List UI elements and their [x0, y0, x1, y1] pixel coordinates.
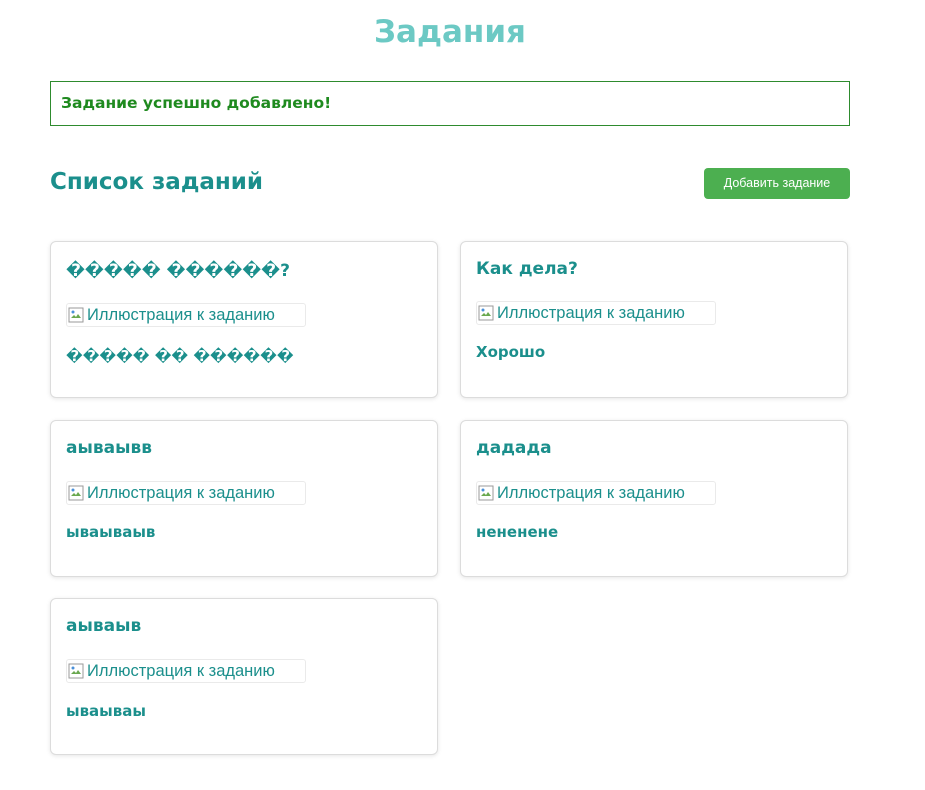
task-card-text: ываываыв [66, 523, 156, 541]
task-card: Как дела? Иллюстрация к заданию Хорошо [460, 241, 848, 398]
image-alt-text: Иллюстрация к заданию [497, 304, 685, 322]
image-alt-text: Иллюстрация к заданию [87, 306, 275, 324]
broken-image-icon [68, 307, 84, 323]
task-illustration-image: Иллюстрация к заданию [476, 301, 716, 325]
image-alt-text: Иллюстрация к заданию [87, 484, 275, 502]
broken-image-icon [478, 485, 494, 501]
task-card-text: нененене [476, 523, 559, 541]
task-illustration-image: Иллюстрация к заданию [66, 481, 306, 505]
task-illustration-image: Иллюстрация к заданию [66, 303, 306, 327]
task-card-title: дадада [476, 438, 552, 458]
task-card: дадада Иллюстрация к заданию нененене [460, 420, 848, 577]
success-alert: Задание успешно добавлено! [50, 81, 850, 126]
broken-image-icon [68, 663, 84, 679]
add-task-button[interactable]: Добавить задание [704, 168, 850, 199]
task-card-text: ываываы [66, 702, 146, 720]
image-alt-text: Иллюстрация к заданию [497, 484, 685, 502]
success-alert-message: Задание успешно добавлено! [61, 94, 332, 112]
task-card: аываывв Иллюстрация к заданию ываываыв [50, 420, 438, 577]
task-card-title: Как дела? [476, 259, 578, 279]
page-title: Задания [374, 14, 526, 50]
task-illustration-image: Иллюстрация к заданию [476, 481, 716, 505]
task-illustration-image: Иллюстрация к заданию [66, 659, 306, 683]
image-alt-text: Иллюстрация к заданию [87, 662, 275, 680]
task-card-title: аываывв [66, 438, 152, 458]
task-card-title: аываыв [66, 616, 142, 636]
task-card: аываыв Иллюстрация к заданию ываываы [50, 598, 438, 755]
task-card-title: ����� ������? [66, 261, 290, 281]
broken-image-icon [68, 485, 84, 501]
task-card-text: Хорошо [476, 343, 546, 361]
broken-image-icon [478, 305, 494, 321]
task-list-heading: Список заданий [50, 169, 264, 195]
task-card: ����� ������? Иллюстрация к заданию ����… [50, 241, 438, 398]
task-card-text: ����� �� ������ [66, 347, 294, 365]
